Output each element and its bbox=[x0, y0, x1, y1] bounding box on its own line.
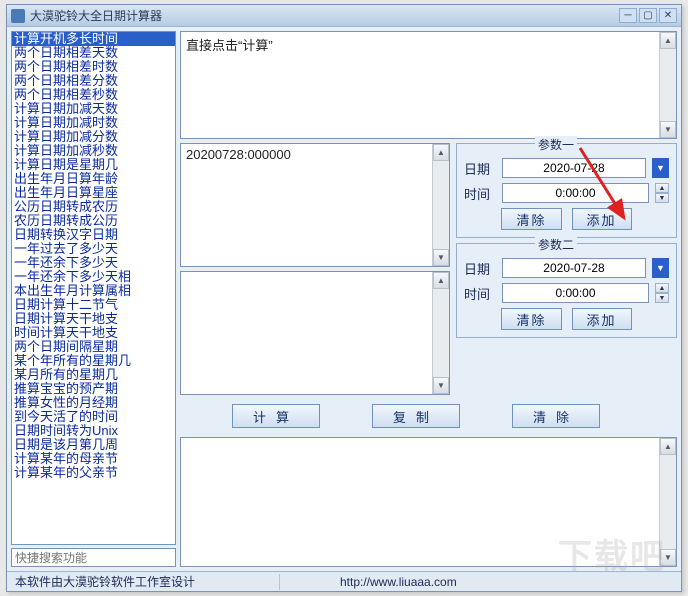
list-item[interactable]: 两个日期间隔星期 bbox=[12, 340, 175, 354]
scroll-down-icon[interactable]: ▼ bbox=[660, 121, 676, 138]
list-item[interactable]: 两个日期相差时数 bbox=[12, 60, 175, 74]
app-icon bbox=[11, 9, 25, 23]
scroll-up-icon[interactable]: ▲ bbox=[433, 272, 449, 289]
statusbar: 本软件由大漠驼铃软件工作室设计 http://www.liuaaa.com bbox=[7, 571, 681, 591]
scrollbar[interactable]: ▲ ▼ bbox=[432, 144, 449, 266]
list-item[interactable]: 两个日期相差天数 bbox=[12, 46, 175, 60]
scroll-up-icon[interactable]: ▲ bbox=[433, 144, 449, 161]
list-item[interactable]: 计算开机多长时间 bbox=[12, 32, 175, 46]
list-item[interactable]: 计算日期加减秒数 bbox=[12, 144, 175, 158]
time-input-1[interactable]: 0:00:00 bbox=[502, 183, 649, 203]
spin-up-icon[interactable]: ▲ bbox=[655, 283, 669, 293]
time-spinner[interactable]: ▲ ▼ bbox=[655, 283, 669, 303]
list-item[interactable]: 计算某年的父亲节 bbox=[12, 466, 175, 480]
list-item[interactable]: 本出生年月计算属相 bbox=[12, 284, 175, 298]
list-item[interactable]: 出生年月日算星座 bbox=[12, 186, 175, 200]
date-label: 日期 bbox=[464, 159, 496, 178]
scroll-down-icon[interactable]: ▼ bbox=[660, 549, 676, 566]
output-textarea[interactable]: ▲ ▼ bbox=[180, 437, 677, 567]
time-label: 时间 bbox=[464, 284, 496, 303]
list-item[interactable]: 日期是该月第几周 bbox=[12, 438, 175, 452]
scrollbar[interactable]: ▲ ▼ bbox=[432, 272, 449, 394]
list-item[interactable]: 日期计算天干地支 bbox=[12, 312, 175, 326]
clear-all-button[interactable]: 清除 bbox=[512, 404, 600, 428]
status-left: 本软件由大漠驼铃软件工作室设计 bbox=[9, 573, 279, 590]
time-label: 时间 bbox=[464, 184, 496, 203]
titlebar: 大漠驼铃大全日期计算器 ─ ▢ ✕ bbox=[7, 5, 681, 27]
add-button-2[interactable]: 添加 bbox=[572, 308, 632, 330]
list-item[interactable]: 公历日期转成农历 bbox=[12, 200, 175, 214]
list-item[interactable]: 某个年所有的星期几 bbox=[12, 354, 175, 368]
spin-down-icon[interactable]: ▼ bbox=[655, 293, 669, 303]
main-pane: 直接点击“计算” ▲ ▼ 20200728:000000 ▲ ▼ bbox=[180, 31, 677, 567]
list-item[interactable]: 推算女性的月经期 bbox=[12, 396, 175, 410]
spin-down-icon[interactable]: ▼ bbox=[655, 193, 669, 203]
list-item[interactable]: 时间计算天干地支 bbox=[12, 326, 175, 340]
scroll-up-icon[interactable]: ▲ bbox=[660, 32, 676, 49]
function-listbox[interactable]: 计算开机多长时间两个日期相差天数两个日期相差时数两个日期相差分数两个日期相差秒数… bbox=[11, 31, 176, 545]
date-dropdown-button[interactable]: ▼ bbox=[652, 158, 669, 178]
list-item[interactable]: 计算日期加减天数 bbox=[12, 102, 175, 116]
body: 计算开机多长时间两个日期相差天数两个日期相差时数两个日期相差分数两个日期相差秒数… bbox=[7, 27, 681, 571]
time-input-2[interactable]: 0:00:00 bbox=[502, 283, 649, 303]
list-item[interactable]: 计算日期加减时数 bbox=[12, 116, 175, 130]
action-row: 计算 复制 清除 bbox=[180, 399, 677, 433]
clear-button-1[interactable]: 清除 bbox=[501, 208, 561, 230]
clear-button-2[interactable]: 清除 bbox=[501, 308, 561, 330]
time-spinner[interactable]: ▲ ▼ bbox=[655, 183, 669, 203]
status-url[interactable]: http://www.liuaaa.com bbox=[280, 575, 679, 589]
date-label: 日期 bbox=[464, 259, 496, 278]
list-item[interactable]: 计算日期是星期几 bbox=[12, 158, 175, 172]
sidebar: 计算开机多长时间两个日期相差天数两个日期相差时数两个日期相差分数两个日期相差秒数… bbox=[11, 31, 176, 567]
scroll-up-icon[interactable]: ▲ bbox=[660, 438, 676, 455]
date-input-2[interactable]: 2020-07-28 bbox=[502, 258, 646, 278]
group-legend: 参数一 bbox=[535, 136, 577, 153]
minimize-button[interactable]: ─ bbox=[619, 8, 637, 23]
add-button-1[interactable]: 添加 bbox=[572, 208, 632, 230]
copy-button[interactable]: 复制 bbox=[372, 404, 460, 428]
date-dropdown-button[interactable]: ▼ bbox=[652, 258, 669, 278]
close-button[interactable]: ✕ bbox=[659, 8, 677, 23]
scrollbar[interactable]: ▲ ▼ bbox=[659, 438, 676, 566]
date-input-1[interactable]: 2020-07-28 bbox=[502, 158, 646, 178]
mid-section: 20200728:000000 ▲ ▼ ▲ ▼ bbox=[180, 143, 677, 395]
list-item[interactable]: 日期时间转为Unix bbox=[12, 424, 175, 438]
list-item[interactable]: 日期转换汉字日期 bbox=[12, 228, 175, 242]
list-item[interactable]: 一年还余下多少天 bbox=[12, 256, 175, 270]
mid-left-column: 20200728:000000 ▲ ▼ ▲ ▼ bbox=[180, 143, 450, 395]
app-window: 大漠驼铃大全日期计算器 ─ ▢ ✕ 计算开机多长时间两个日期相差天数两个日期相差… bbox=[6, 4, 682, 592]
list-item[interactable]: 一年过去了多少天 bbox=[12, 242, 175, 256]
list-item[interactable]: 一年还余下多少天相 bbox=[12, 270, 175, 284]
scrollbar[interactable]: ▲ ▼ bbox=[659, 32, 676, 138]
result-textarea-upper[interactable]: 20200728:000000 ▲ ▼ bbox=[180, 143, 450, 267]
result-upper-text: 20200728:000000 bbox=[186, 147, 291, 162]
result-textarea-lower[interactable]: ▲ ▼ bbox=[180, 271, 450, 395]
calculate-button[interactable]: 计算 bbox=[232, 404, 320, 428]
params-group-2: 参数二 日期 2020-07-28 ▼ 时间 0:00:00 ▲ ▼ bbox=[456, 243, 677, 338]
window-title: 大漠驼铃大全日期计算器 bbox=[30, 7, 617, 24]
list-item[interactable]: 计算日期加减分数 bbox=[12, 130, 175, 144]
params-group-1: 参数一 日期 2020-07-28 ▼ 时间 0:00:00 ▲ ▼ bbox=[456, 143, 677, 238]
spin-up-icon[interactable]: ▲ bbox=[655, 183, 669, 193]
list-item[interactable]: 两个日期相差分数 bbox=[12, 74, 175, 88]
scroll-down-icon[interactable]: ▼ bbox=[433, 249, 449, 266]
list-item[interactable]: 到今天活了的时间 bbox=[12, 410, 175, 424]
list-item[interactable]: 计算某年的母亲节 bbox=[12, 452, 175, 466]
list-item[interactable]: 出生年月日算年龄 bbox=[12, 172, 175, 186]
scroll-down-icon[interactable]: ▼ bbox=[433, 377, 449, 394]
list-item[interactable]: 推算宝宝的预产期 bbox=[12, 382, 175, 396]
maximize-button[interactable]: ▢ bbox=[639, 8, 657, 23]
list-item[interactable]: 农历日期转成公历 bbox=[12, 214, 175, 228]
instruction-textarea[interactable]: 直接点击“计算” ▲ ▼ bbox=[180, 31, 677, 139]
group-legend: 参数二 bbox=[535, 236, 577, 253]
search-input[interactable] bbox=[11, 548, 176, 567]
params-column: 参数一 日期 2020-07-28 ▼ 时间 0:00:00 ▲ ▼ bbox=[456, 143, 677, 395]
list-item[interactable]: 两个日期相差秒数 bbox=[12, 88, 175, 102]
list-item[interactable]: 日期计算十二节气 bbox=[12, 298, 175, 312]
instruction-text: 直接点击“计算” bbox=[186, 38, 273, 53]
list-item[interactable]: 某月所有的星期几 bbox=[12, 368, 175, 382]
